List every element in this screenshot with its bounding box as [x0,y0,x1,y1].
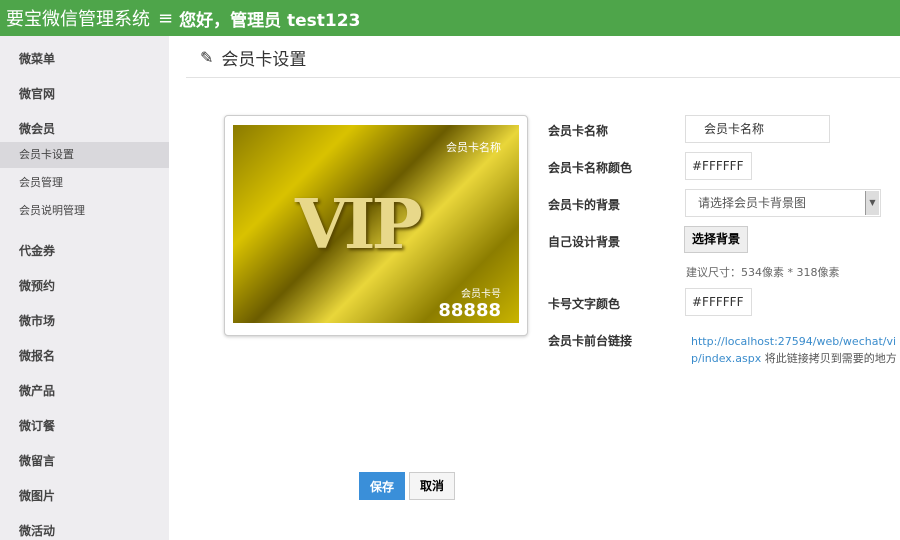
divider [186,77,900,78]
sidebar-item-site[interactable]: 微官网 [19,85,55,102]
name-color-input[interactable]: #FFFFFF [685,152,752,180]
chevron-down-icon[interactable]: ▼ [865,191,879,215]
card-name: 会员卡名称 [446,141,501,154]
page-title: 会员卡设置 [221,50,307,70]
background-select-value: 请选择会员卡背景图 [698,196,807,210]
page-header: ✎ 会员卡设置 [200,45,306,70]
sidebar-item-product[interactable]: 微产品 [19,382,55,399]
card-number: 88888 [438,300,501,321]
sidebar-subitem-card-settings[interactable]: 会员卡设置 [0,142,169,168]
choose-background-button[interactable]: 选择背景 [684,226,748,253]
sidebar-item-signup[interactable]: 微报名 [19,347,55,364]
size-hint: 建议尺寸：534像素 * 318像素 [686,266,840,279]
system-name: 要宝微信管理系统 [6,9,150,30]
card-name-input[interactable]: 会员卡名称 [685,115,830,143]
front-link-label: 会员卡前台链接 [548,334,633,348]
sidebar-item-message[interactable]: 微留言 [19,452,55,469]
card-name-label: 会员卡名称 [548,124,609,138]
sidebar-item-events[interactable]: 微活动 [19,522,55,539]
menu-toggle-icon[interactable]: ≡ [158,8,173,29]
design-background-label: 自己设计背景 [548,235,621,249]
name-color-label: 会员卡名称颜色 [548,161,633,175]
card-preview: VIP 会员卡名称 会员卡号 88888 [224,115,528,336]
sidebar-item-images[interactable]: 微图片 [19,487,55,504]
front-link-note: 将此链接拷贝到需要的地方 [761,352,897,365]
save-button[interactable]: 保存 [359,472,405,500]
number-color-input[interactable]: #FFFFFF [685,288,752,316]
front-link-block: http://localhost:27594/web/wechat/vip/in… [691,333,900,367]
number-color-label: 卡号文字颜色 [548,297,621,311]
sidebar-item-booking[interactable]: 微预约 [19,277,55,294]
sidebar-subitem-member-info[interactable]: 会员说明管理 [0,198,169,224]
sidebar-item-order[interactable]: 微订餐 [19,417,55,434]
edit-icon: ✎ [200,48,214,67]
sidebar-item-market[interactable]: 微市场 [19,312,55,329]
sidebar-item-member[interactable]: 微会员 [19,120,55,137]
sidebar-item-menu[interactable]: 微菜单 [19,50,55,67]
card-background: VIP 会员卡名称 会员卡号 88888 [233,125,519,323]
background-select[interactable]: 请选择会员卡背景图 ▼ [685,189,881,217]
vip-logo: VIP [295,185,423,265]
sidebar: 微菜单 微官网 微会员 会员卡设置 会员管理 会员说明管理 代金券 微预约 微市… [0,36,169,540]
top-bar: 要宝微信管理系统 ≡ 您好，管理员 test123 [0,0,900,36]
greeting: 您好，管理员 test123 [179,10,361,31]
sidebar-subitem-member-management[interactable]: 会员管理 [0,170,169,196]
background-label: 会员卡的背景 [548,198,621,212]
cancel-button[interactable]: 取消 [409,472,455,500]
sidebar-item-voucher[interactable]: 代金券 [19,242,55,259]
card-number-label: 会员卡号 [461,289,501,300]
